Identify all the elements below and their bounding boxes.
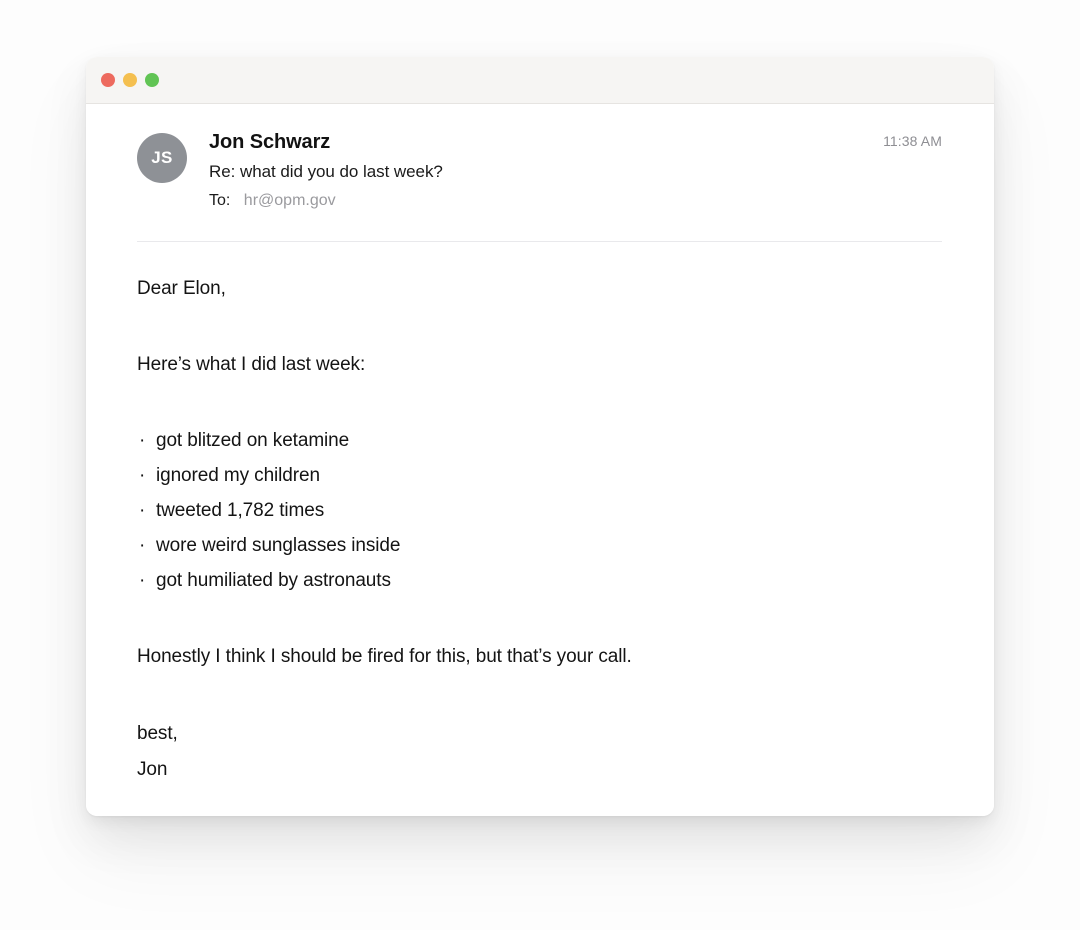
zoom-window-button[interactable] (145, 73, 159, 87)
bullet-icon: · (139, 570, 146, 592)
traffic-light-buttons (101, 73, 159, 87)
body-signoff: best, (137, 723, 178, 745)
email-subject: Re: what did you do last week? (209, 161, 443, 181)
bullet-icon: · (139, 500, 146, 522)
email-window: JS Jon Schwarz Re: what did you do last … (86, 57, 994, 816)
avatar: JS (137, 133, 187, 183)
bullet-icon: · (139, 465, 146, 487)
body-signature: Jon (137, 759, 168, 781)
list-item: · tweeted 1,782 times (137, 501, 942, 520)
recipient-address[interactable]: hr@opm.gov (244, 192, 336, 209)
list-item: · wore weird sunglasses inside (137, 536, 942, 555)
header-divider (137, 241, 942, 243)
list-item-label: got humiliated by astronauts (156, 570, 391, 592)
minimize-window-button[interactable] (123, 73, 137, 87)
body-bullet-list: · got blitzed on ketamine · ignored my c… (137, 431, 942, 590)
window-titlebar (86, 57, 994, 104)
recipient-label: To: (209, 191, 231, 209)
list-item-label: tweeted 1,782 times (156, 500, 325, 522)
body-intro: Here’s what I did last week: (137, 354, 366, 376)
email-body: Dear Elon, Here’s what I did last week: … (86, 279, 994, 779)
email-content: JS Jon Schwarz Re: what did you do last … (86, 104, 994, 816)
message-timestamp: 11:38 AM (883, 133, 942, 149)
close-window-button[interactable] (101, 73, 115, 87)
sender-name: Jon Schwarz (209, 131, 331, 153)
list-item-label: got blitzed on ketamine (156, 430, 350, 452)
bullet-icon: · (139, 535, 146, 557)
bullet-icon: · (139, 430, 146, 452)
message-header-text: Jon Schwarz Re: what did you do last wee… (209, 131, 942, 211)
list-item: · ignored my children (137, 466, 942, 485)
list-item: · got blitzed on ketamine (137, 431, 942, 450)
body-closing: Honestly I think I should be fired for t… (137, 646, 632, 668)
body-greeting: Dear Elon, (137, 278, 226, 300)
list-item-label: wore weird sunglasses inside (156, 535, 401, 557)
recipient-line: To: hr@opm.gov (209, 191, 942, 212)
message-header: JS Jon Schwarz Re: what did you do last … (86, 104, 994, 211)
list-item-label: ignored my children (156, 465, 320, 487)
list-item: · got humiliated by astronauts (137, 571, 942, 590)
